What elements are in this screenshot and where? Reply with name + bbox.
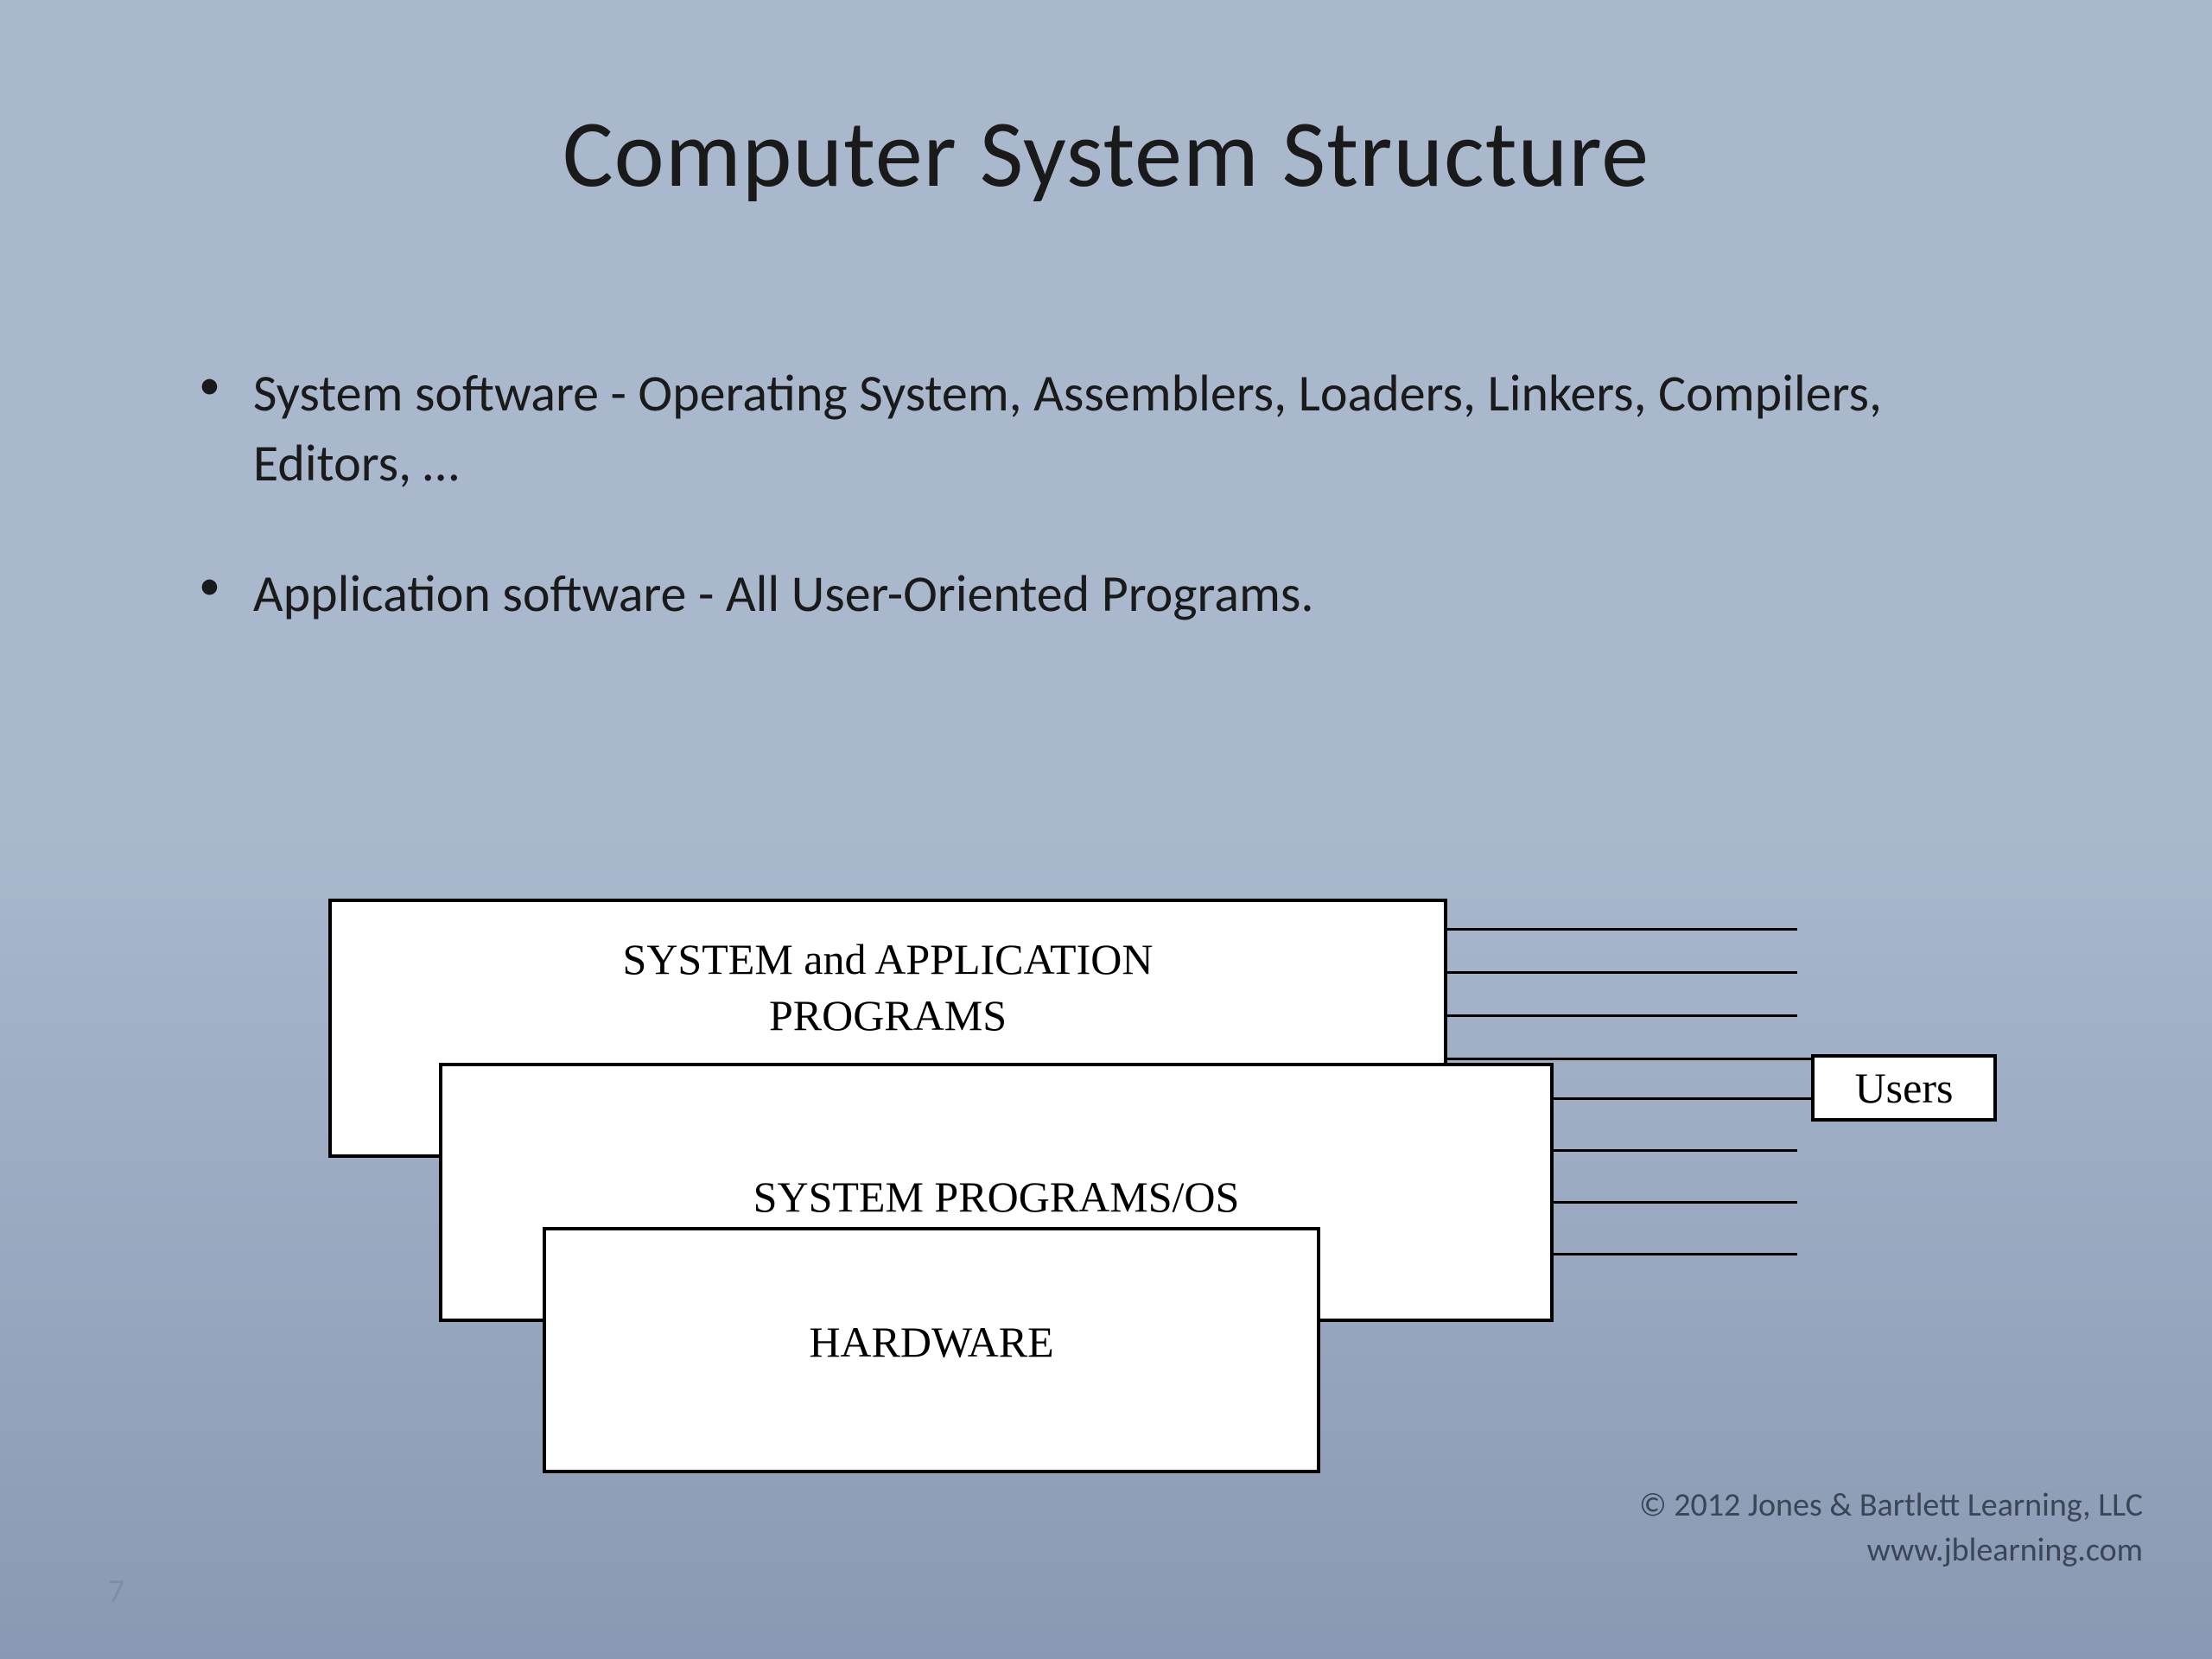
- connector-line: [1447, 1014, 1797, 1017]
- bullet-dot-icon: •: [199, 564, 220, 607]
- connector-line: [1447, 928, 1797, 931]
- bullet-text: System software - Operating System, Asse…: [253, 359, 2039, 499]
- bullet-item: • Application software - All User-Orient…: [199, 559, 2039, 629]
- layer-label: SYSTEM and APPLICATIONPROGRAMS: [332, 931, 1444, 1044]
- bullet-text: Application software - All User-Oriented…: [253, 559, 1314, 629]
- bullet-item: • System software - Operating System, As…: [199, 359, 2039, 499]
- connector-line: [1554, 1201, 1797, 1204]
- layer-label: SYSTEM PROGRAMS/OS: [442, 1172, 1550, 1222]
- users-box: Users: [1811, 1054, 1997, 1122]
- connector-line: [1447, 971, 1797, 974]
- layer-diagram: SYSTEM and APPLICATIONPROGRAMS SYSTEM PR…: [328, 899, 1884, 1486]
- slide-title: Computer System Structure: [0, 0, 2212, 212]
- connector-line: [1554, 1097, 1811, 1100]
- connector-line: [1554, 1149, 1797, 1152]
- bullet-list: • System software - Operating System, As…: [199, 359, 2039, 629]
- copyright-text: © 2012 Jones & Bartlett Learning, LLC: [1639, 1484, 2143, 1528]
- layer-box-hardware: HARDWARE: [543, 1227, 1320, 1473]
- page-number: 7: [108, 1572, 124, 1611]
- connector-line: [1447, 1058, 1811, 1060]
- bullet-dot-icon: •: [199, 364, 220, 407]
- copyright-url: www.jblearning.com: [1639, 1529, 2143, 1573]
- connector-line: [1554, 1253, 1797, 1255]
- copyright-block: © 2012 Jones & Bartlett Learning, LLC ww…: [1639, 1484, 2143, 1573]
- layer-label: HARDWARE: [546, 1317, 1317, 1367]
